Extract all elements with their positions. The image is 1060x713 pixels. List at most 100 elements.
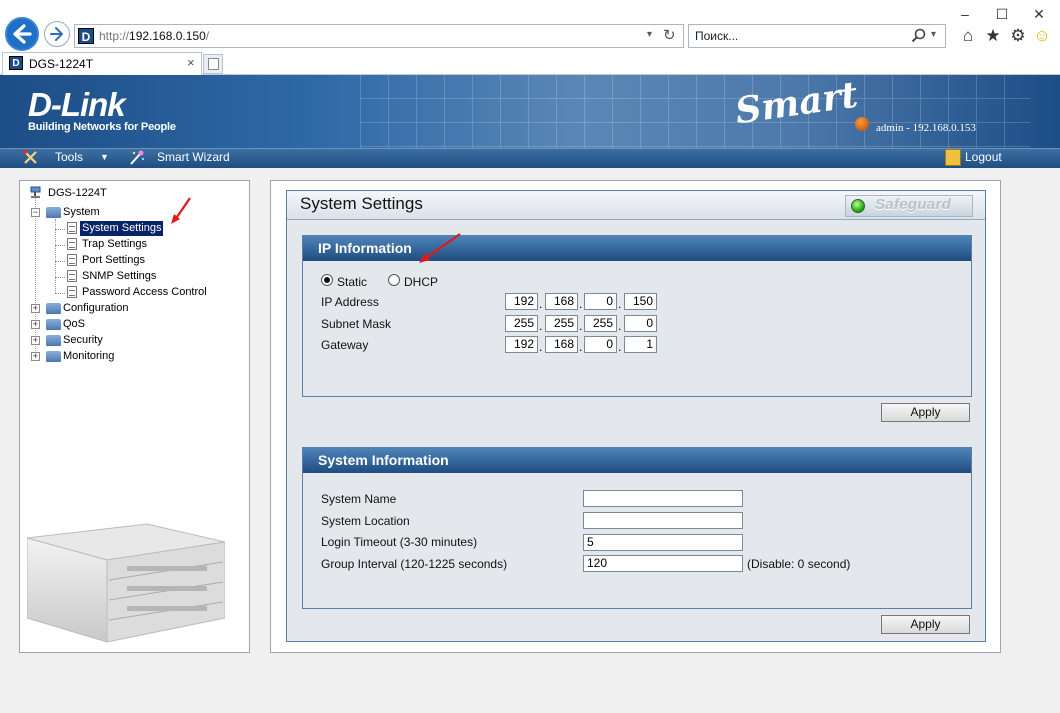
ip-octet-1[interactable]: 192 xyxy=(505,293,538,310)
smiley-feedback-icon[interactable]: ☺ xyxy=(1032,26,1052,46)
url-host: 192.168.0.150 xyxy=(129,29,206,43)
dhcp-radio[interactable] xyxy=(388,274,400,286)
subnet-mask-label: Subnet Mask xyxy=(321,317,392,331)
tree-line xyxy=(55,277,65,278)
octet-separator: . xyxy=(618,319,622,333)
logout-key-icon xyxy=(945,149,961,166)
gateway-octet-2[interactable]: 168 xyxy=(545,336,578,353)
mask-octet-3[interactable]: 255 xyxy=(584,315,617,332)
octet-separator: . xyxy=(579,297,583,311)
ip-octet-3[interactable]: 0 xyxy=(584,293,617,310)
ip-information-heading: IP Information xyxy=(303,236,971,261)
octet-separator: . xyxy=(618,340,622,354)
expand-icon[interactable]: + xyxy=(31,304,40,313)
tree-item-snmp-settings[interactable]: SNMP Settings xyxy=(82,269,156,284)
forward-button[interactable] xyxy=(44,21,70,47)
tree-line xyxy=(55,245,65,246)
mask-octet-4[interactable]: 0 xyxy=(624,315,657,332)
tree-item-system-settings[interactable]: System Settings xyxy=(80,221,164,236)
chevron-down-icon[interactable]: ▼ xyxy=(100,149,109,166)
expand-icon[interactable]: + xyxy=(31,352,40,361)
login-timeout-input[interactable]: 5 xyxy=(583,534,743,551)
tools-icon xyxy=(22,149,40,166)
tree-line xyxy=(35,197,36,357)
tree-item-port-settings[interactable]: Port Settings xyxy=(82,253,145,268)
dlink-logo: D-Link xyxy=(28,86,126,123)
tree-line xyxy=(55,229,65,230)
logout-button[interactable]: Logout xyxy=(965,149,1002,166)
home-icon[interactable]: ⌂ xyxy=(958,26,978,46)
tree-item-system[interactable]: System xyxy=(63,205,100,220)
ip-octet-4[interactable]: 150 xyxy=(624,293,657,310)
arrow-right-icon xyxy=(50,27,63,41)
tree-root-device[interactable]: DGS-1224T xyxy=(48,186,107,201)
new-tab-icon xyxy=(208,58,219,70)
site-favicon-icon: D xyxy=(78,28,94,44)
dlink-tagline: Building Networks for People xyxy=(28,121,176,133)
smart-wizard-menu[interactable]: Smart Wizard xyxy=(157,149,230,166)
refresh-icon[interactable]: ↻ xyxy=(663,26,676,44)
document-icon xyxy=(67,254,77,266)
switch-device-icon xyxy=(30,186,42,199)
group-interval-label: Group Interval (120-1225 seconds) xyxy=(321,557,508,571)
mask-octet-1[interactable]: 255 xyxy=(505,315,538,332)
tree-item-qos[interactable]: QoS xyxy=(63,317,85,332)
safeguard-label: Safeguard xyxy=(875,196,952,213)
search-input[interactable]: Поиск... ▾ xyxy=(688,24,946,48)
static-label: Static xyxy=(337,275,368,289)
system-name-input[interactable] xyxy=(583,490,743,507)
gateway-octet-3[interactable]: 0 xyxy=(584,336,617,353)
switch-product-image xyxy=(27,523,225,643)
red-arrow-annotation-icon xyxy=(419,233,461,263)
folder-icon xyxy=(46,335,61,346)
tree-item-password-access-control[interactable]: Password Access Control xyxy=(82,285,207,300)
ip-octet-2[interactable]: 168 xyxy=(545,293,578,310)
folder-open-icon xyxy=(46,207,61,218)
page-title: System Settings xyxy=(300,194,423,213)
expand-icon[interactable]: + xyxy=(31,336,40,345)
browser-tab[interactable]: D DGS-1224T × xyxy=(2,52,202,75)
tree-item-trap-settings[interactable]: Trap Settings xyxy=(82,237,147,252)
octet-separator: . xyxy=(579,319,583,333)
address-bar[interactable]: D http://192.168.0.150/ ▾ ↻ xyxy=(74,24,684,48)
wizard-wand-icon xyxy=(128,149,146,166)
ip-address-label: IP Address xyxy=(321,295,379,309)
octet-separator: . xyxy=(539,319,543,333)
gateway-octet-4[interactable]: 1 xyxy=(624,336,657,353)
group-interval-input[interactable]: 120 xyxy=(583,555,743,572)
gear-icon[interactable]: ⚙ xyxy=(1008,26,1028,46)
login-timeout-label: Login Timeout (3-30 minutes) xyxy=(321,535,478,549)
minimize-button[interactable]: – xyxy=(950,4,980,24)
gateway-octet-1[interactable]: 192 xyxy=(505,336,538,353)
folder-icon xyxy=(46,319,61,330)
octet-separator: . xyxy=(618,297,622,311)
system-apply-button[interactable]: Apply xyxy=(881,615,970,634)
tree-item-monitoring[interactable]: Monitoring xyxy=(63,349,114,364)
search-dropdown-icon[interactable]: ▾ xyxy=(931,29,936,40)
close-tab-icon[interactable]: × xyxy=(187,55,195,70)
expand-icon[interactable]: + xyxy=(31,320,40,329)
tree-item-configuration[interactable]: Configuration xyxy=(63,301,128,316)
mask-octet-2[interactable]: 255 xyxy=(545,315,578,332)
arrow-left-icon xyxy=(13,24,32,44)
document-icon xyxy=(67,270,77,282)
search-icon[interactable] xyxy=(911,28,927,44)
dropdown-icon[interactable]: ▾ xyxy=(647,29,652,40)
url-scheme: http:// xyxy=(99,29,130,43)
maximize-button[interactable]: ☐ xyxy=(987,4,1017,24)
dhcp-label: DHCP xyxy=(404,275,439,289)
system-name-label: System Name xyxy=(321,492,397,506)
collapse-icon[interactable]: − xyxy=(31,208,40,217)
static-radio[interactable] xyxy=(321,274,333,286)
back-button[interactable] xyxy=(5,17,39,51)
ip-apply-button[interactable]: Apply xyxy=(881,403,970,422)
document-icon xyxy=(67,238,77,250)
tools-menu[interactable]: Tools xyxy=(55,149,83,166)
tree-item-security[interactable]: Security xyxy=(63,333,103,348)
close-window-button[interactable]: ✕ xyxy=(1024,4,1054,24)
system-location-label: System Location xyxy=(321,514,410,528)
favorites-star-icon[interactable]: ★ xyxy=(983,26,1003,46)
safeguard-status-led-icon xyxy=(851,199,865,213)
system-location-input[interactable] xyxy=(583,512,743,529)
new-tab-button[interactable] xyxy=(203,54,223,74)
